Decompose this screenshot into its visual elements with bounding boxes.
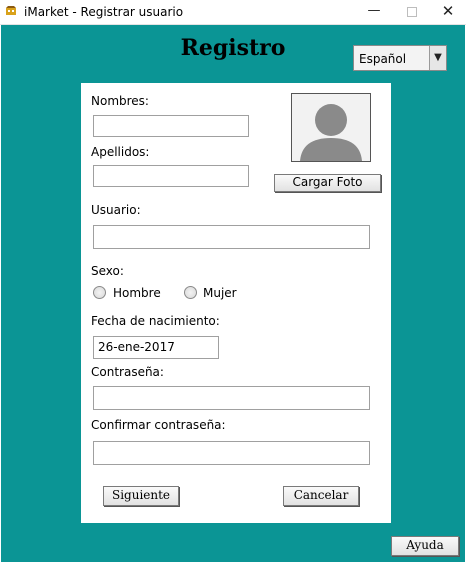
avatar-placeholder-icon	[292, 94, 370, 161]
window-title: iMarket - Registrar usuario	[24, 5, 184, 19]
chevron-down-icon[interactable]: ▼	[429, 46, 446, 70]
password-label: Contraseña:	[91, 365, 164, 379]
apellidos-field[interactable]	[93, 165, 249, 187]
confirm-password-field[interactable]	[93, 441, 370, 465]
password-field[interactable]	[93, 386, 370, 410]
maximize-icon	[407, 7, 417, 17]
window-titlebar: iMarket - Registrar usuario — ✕	[0, 0, 466, 25]
fecha-label: Fecha de nacimiento:	[91, 314, 220, 328]
radio-hombre[interactable]	[93, 286, 106, 299]
cancel-button[interactable]: Cancelar	[283, 486, 359, 506]
nombres-label: Nombres:	[91, 94, 149, 108]
photo-frame	[291, 93, 371, 162]
sexo-option-label: Mujer	[203, 286, 237, 300]
minimize-button[interactable]: —	[356, 0, 392, 24]
radio-mujer[interactable]	[184, 286, 197, 299]
usuario-field[interactable]	[93, 225, 370, 249]
help-button[interactable]: Ayuda	[391, 536, 459, 556]
sexo-label: Sexo:	[91, 264, 124, 278]
maximize-button[interactable]	[394, 0, 430, 24]
window-content: Registro Español ▼ Nombres: Apellidos: C…	[1, 25, 465, 562]
fecha-nacimiento-field[interactable]: 26-ene-2017	[93, 336, 219, 359]
language-selected-value: Español	[359, 52, 407, 66]
confirm-password-label: Confirmar contraseña:	[91, 418, 226, 432]
usuario-label: Usuario:	[91, 203, 141, 217]
close-icon: ✕	[441, 2, 455, 20]
app-icon	[6, 6, 16, 15]
apellidos-label: Apellidos:	[91, 145, 150, 159]
next-button[interactable]: Siguiente	[103, 486, 179, 506]
registration-form: Nombres: Apellidos: Cargar Foto Usuario:…	[81, 83, 391, 523]
close-button[interactable]: ✕	[430, 0, 466, 24]
language-select[interactable]: Español ▼	[353, 45, 447, 71]
upload-photo-button[interactable]: Cargar Foto	[274, 174, 381, 192]
nombres-field[interactable]	[93, 115, 249, 137]
sexo-option-label: Hombre	[113, 286, 161, 300]
minimize-icon: —	[367, 3, 381, 18]
